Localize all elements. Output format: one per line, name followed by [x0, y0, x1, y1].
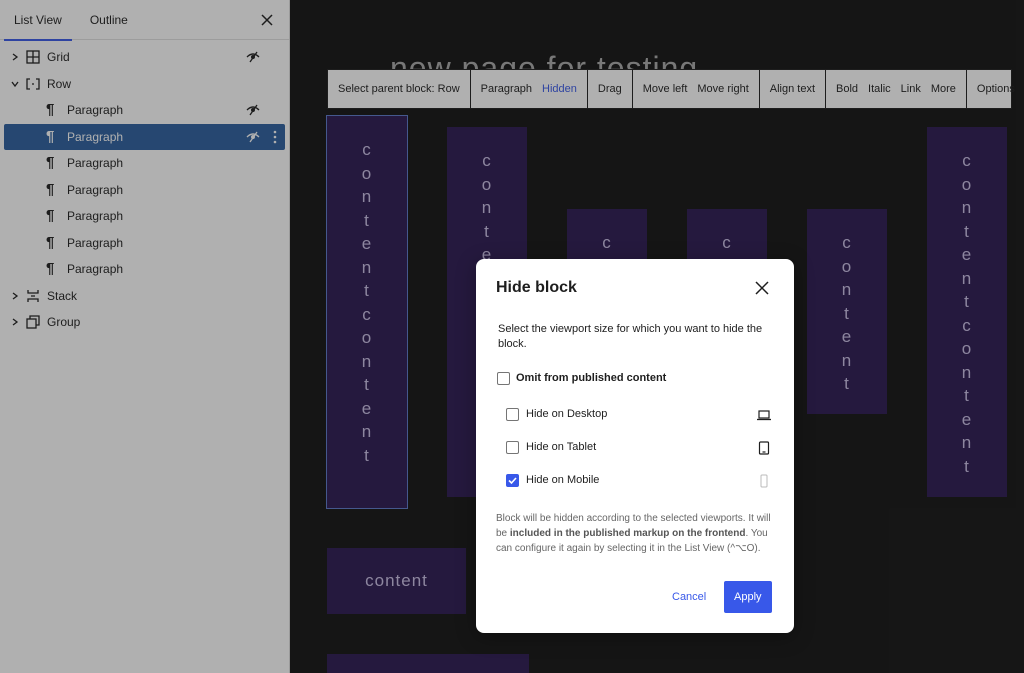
hide-mobile-checkbox[interactable]	[506, 474, 519, 487]
hide-tablet-checkbox[interactable]	[506, 441, 519, 454]
cancel-button[interactable]: Cancel	[666, 581, 712, 613]
hide-desktop-checkbox[interactable]	[506, 408, 519, 421]
mobile-icon	[760, 474, 768, 488]
apply-button[interactable]: Apply	[724, 581, 772, 613]
hide-mobile-label: Hide on Mobile	[526, 474, 600, 486]
modal-note: Block will be hidden according to the se…	[496, 511, 778, 556]
omit-label: Omit from published content	[516, 372, 667, 384]
hide-tablet-label: Hide on Tablet	[526, 441, 597, 453]
tablet-icon	[758, 441, 770, 455]
hide-block-modal: Hide block Select the viewport size for …	[476, 259, 794, 633]
checkmark-icon	[508, 477, 517, 485]
omit-checkbox[interactable]	[497, 372, 510, 385]
close-icon[interactable]	[754, 280, 770, 296]
hide-desktop-label: Hide on Desktop	[526, 408, 608, 420]
modal-title: Hide block	[496, 279, 577, 296]
modal-description: Select the viewport size for which you w…	[498, 323, 763, 350]
note-bold-text: included in the published markup on the …	[509, 528, 746, 539]
desktop-icon	[757, 410, 771, 421]
